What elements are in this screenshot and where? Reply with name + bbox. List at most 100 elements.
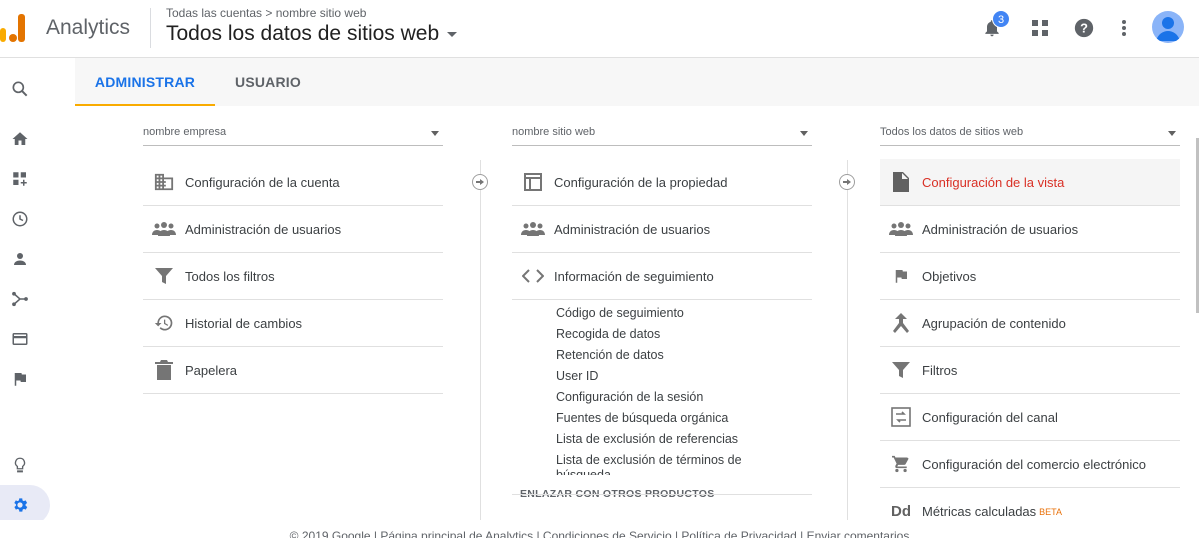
item-label: Todos los filtros <box>185 268 275 284</box>
users-icon <box>521 222 545 236</box>
realtime-nav[interactable] <box>0 202 40 236</box>
users-icon <box>152 222 176 236</box>
account-settings-item[interactable]: Configuración de la cuenta <box>143 159 443 206</box>
code-icon <box>522 269 544 283</box>
view-dropdown[interactable]: Todos los datos de sitios web <box>880 116 1180 146</box>
channel-settings-item[interactable]: Configuración del canal <box>880 394 1180 441</box>
admin-nav[interactable] <box>0 488 40 522</box>
flag-icon <box>14 373 26 386</box>
tab-administrar[interactable]: ADMINISTRAR <box>75 58 215 106</box>
user-id-link[interactable]: User ID <box>556 369 598 383</box>
account-selector-value: nombre empresa <box>143 126 227 138</box>
view-users-item[interactable]: Administración de usuarios <box>880 206 1180 253</box>
view-settings-item[interactable]: Configuración de la vista <box>880 159 1180 206</box>
building-icon <box>154 173 174 191</box>
dashboard-add-icon <box>13 172 27 186</box>
account-selector[interactable]: nombre empresa <box>143 116 443 146</box>
calculated-metrics-item[interactable]: Dd Métricas calculadas BETA <box>880 488 1180 520</box>
chevron-down-icon <box>447 31 458 37</box>
property-settings-item[interactable]: Configuración de la propiedad <box>512 159 812 206</box>
behavior-nav[interactable] <box>0 322 40 356</box>
tab-usuario[interactable]: USUARIO <box>225 58 311 106</box>
view-filters-item[interactable]: Filtros <box>880 347 1180 394</box>
item-label: Configuración de la vista <box>922 174 1065 190</box>
account-column: nombre empresa <box>143 116 443 146</box>
item-label: Configuración del comercio electrónico <box>922 456 1147 472</box>
trash-icon <box>155 360 173 380</box>
document-icon <box>893 172 909 192</box>
acquisition-icon <box>12 291 28 307</box>
organic-search-sources-link[interactable]: Fuentes de búsqueda orgánica <box>556 411 728 425</box>
lightbulb-icon <box>14 457 26 473</box>
item-label: Información de seguimiento <box>554 268 714 284</box>
content-grouping-item[interactable]: Agrupación de contenido <box>880 300 1180 347</box>
analytics-logo[interactable] <box>0 14 28 42</box>
referral-exclusion-link[interactable]: Lista de exclusión de referencias <box>556 432 738 446</box>
channel-icon <box>891 407 911 427</box>
view-dropdown-value: Todos los datos de sitios web <box>880 126 1024 138</box>
user-silhouette-icon <box>1156 17 1180 41</box>
notifications-button[interactable]: 3 <box>978 10 1010 42</box>
ecommerce-settings-item[interactable]: Configuración del comercio electrónico <box>880 441 1180 488</box>
change-history-item[interactable]: Historial de cambios <box>143 300 443 347</box>
arrow-right-icon <box>839 174 855 190</box>
all-filters-item[interactable]: Todos los filtros <box>143 253 443 300</box>
help-button[interactable]: ? <box>1070 14 1098 42</box>
account-users-item[interactable]: Administración de usuarios <box>143 206 443 253</box>
item-label: Papelera <box>185 362 238 378</box>
view-column: Todos los datos de sitios web <box>880 116 1180 146</box>
tracking-submenu: Código de seguimiento Recogida de datos … <box>512 303 812 475</box>
item-label: Métricas calculadas <box>922 504 1037 519</box>
flag-icon <box>895 270 907 283</box>
more-menu-button[interactable] <box>1110 14 1138 42</box>
discover-nav[interactable] <box>0 448 40 482</box>
item-label: Administración de usuarios <box>554 221 711 237</box>
property-icon <box>524 173 542 191</box>
clock-icon <box>12 211 28 227</box>
trash-item[interactable]: Papelera <box>143 347 443 394</box>
behavior-icon <box>12 333 28 345</box>
session-settings-link[interactable]: Configuración de la sesión <box>556 390 703 404</box>
item-label: Historial de cambios <box>185 315 303 331</box>
dd-icon: Dd <box>891 503 911 520</box>
apps-button[interactable] <box>1026 14 1054 42</box>
home-icon <box>12 132 28 145</box>
view-selector[interactable]: Todos los datos de sitios web <box>166 22 458 46</box>
search-icon <box>12 81 28 97</box>
account-avatar[interactable] <box>1152 11 1184 43</box>
goals-item[interactable]: Objetivos <box>880 253 1180 300</box>
property-column: nombre sitio web <box>512 116 812 146</box>
gear-icon <box>14 498 28 512</box>
data-retention-link[interactable]: Retención de datos <box>556 348 664 362</box>
property-users-item[interactable]: Administración de usuarios <box>512 206 812 253</box>
property-selector[interactable]: nombre sitio web <box>512 116 812 146</box>
view-title: Todos los datos de sitios web <box>166 22 440 45</box>
data-collection-link[interactable]: Recogida de datos <box>556 327 660 341</box>
acquisition-nav[interactable] <box>0 282 40 316</box>
tracking-info-item[interactable]: Información de seguimiento <box>512 253 812 300</box>
notification-badge: 3 <box>992 10 1010 28</box>
footer-links[interactable]: © 2019 Google | Página principal de Anal… <box>290 529 910 538</box>
filter-icon <box>892 362 910 378</box>
customization-nav[interactable] <box>0 162 40 196</box>
property-menu: Configuración de la propiedad Administra… <box>512 159 812 520</box>
help-icon: ? <box>1074 18 1094 38</box>
svg-text:?: ? <box>1080 21 1088 36</box>
person-icon <box>14 253 26 265</box>
tracking-code-link[interactable]: Código de seguimiento <box>556 306 684 320</box>
header-divider <box>150 8 151 48</box>
item-label: Administración de usuarios <box>185 221 342 237</box>
breadcrumb[interactable]: Todas las cuentas > nombre sitio web <box>166 6 366 20</box>
home-nav[interactable] <box>0 122 40 156</box>
column-divider <box>847 160 848 520</box>
search-nav[interactable] <box>0 72 40 106</box>
audience-nav[interactable] <box>0 242 40 276</box>
conversions-nav[interactable] <box>0 362 40 396</box>
chevron-down-icon <box>800 131 808 136</box>
item-label: Configuración de la propiedad <box>554 174 728 190</box>
search-term-exclusion-link[interactable]: Lista de exclusión de términos de búsque… <box>556 453 766 475</box>
app-name: Analytics <box>46 16 131 39</box>
section-divider <box>512 494 812 495</box>
item-label: Administración de usuarios <box>922 221 1079 237</box>
item-label: Objetivos <box>922 268 977 284</box>
